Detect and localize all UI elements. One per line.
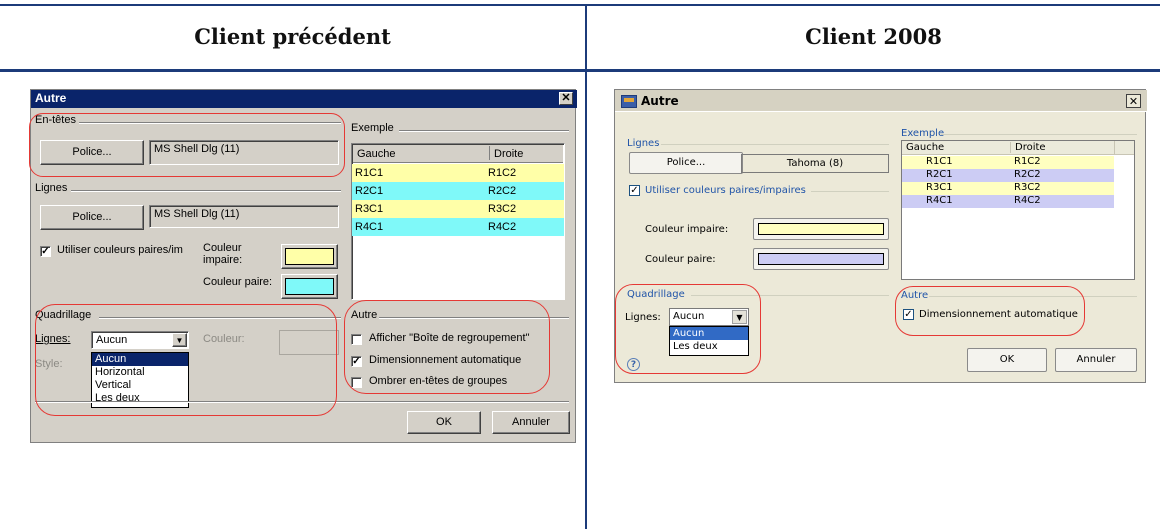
highlight-grid (615, 284, 761, 374)
lines-group-label: Lignes (35, 182, 68, 194)
highlight-other (344, 300, 550, 394)
example-list-header: Gauche Droite (902, 141, 1134, 155)
list-item[interactable]: R4C1 R4C2 (352, 218, 564, 236)
col-gauche: Gauche (357, 148, 396, 160)
list-item[interactable]: R3C1 R3C2 (902, 182, 1114, 195)
example-list-header: Gauche Droite (353, 145, 563, 163)
use-colors-line (811, 191, 889, 192)
use-colors-label: Utiliser couleurs paires/impaires (645, 185, 806, 196)
col-divider (1114, 141, 1115, 155)
close-icon[interactable]: ✕ (559, 92, 573, 105)
highlight-headers (29, 113, 345, 177)
window-icon (621, 95, 637, 108)
ok-button[interactable]: OK (407, 411, 481, 434)
header-rule (0, 69, 1160, 72)
ok-button[interactable]: OK (967, 348, 1047, 372)
font-field: Tahoma (8) (741, 154, 889, 173)
even-color-swatch (285, 278, 334, 295)
new-dialog: Autre ✕ Lignes Police... Tahoma (8) ✓ Ut… (614, 89, 1147, 383)
list-item[interactable]: R3C1 R3C2 (352, 200, 564, 218)
odd-color-swatch (285, 248, 334, 265)
lines-group-label: Lignes (627, 138, 660, 149)
old-dialog: Autre ✕ En-têtes Police... MS Shell Dlg … (29, 89, 577, 443)
old-title: Autre (35, 91, 67, 105)
police-button[interactable]: Police... (629, 152, 743, 174)
old-title-bar: Autre (31, 90, 577, 108)
even-color-label: Couleur paire: (203, 276, 273, 288)
cancel-button[interactable]: Annuler (492, 411, 570, 434)
highlight-grid (35, 304, 337, 416)
lines-group-line (71, 190, 341, 191)
use-colors-label: Utiliser couleurs paires/im (57, 244, 183, 256)
use-colors-checkbox[interactable]: ✓ (629, 185, 640, 196)
column-divider (585, 4, 587, 529)
odd-color-swatch (758, 223, 884, 235)
highlight-other (895, 286, 1085, 336)
example-group-line (399, 130, 569, 131)
example-group-line (941, 134, 1137, 135)
lines-font-field: MS Shell Dlg (11) (149, 205, 339, 228)
close-icon[interactable]: ✕ (1126, 94, 1141, 108)
col-droite: Droite (1010, 142, 1046, 153)
example-list[interactable]: Gauche Droite R1C1 R1C2 R2C1 R2C2 R3C1 R3C2… (901, 140, 1135, 280)
new-title-bar: Autre (615, 90, 1147, 112)
list-item[interactable]: R1C1 R1C2 (352, 164, 564, 182)
even-color-button[interactable] (753, 248, 889, 270)
odd-color-label: Couleur impaire: (645, 224, 729, 235)
col-droite: Droite (489, 146, 523, 160)
list-item[interactable]: R1C1 R1C2 (902, 156, 1114, 169)
odd-color-button[interactable] (753, 218, 889, 240)
top-rule (0, 4, 1160, 6)
lines-police-button[interactable]: Police... (40, 205, 144, 230)
example-group-label: Exemple (901, 128, 945, 139)
use-colors-checkbox[interactable]: ✓ (40, 246, 51, 257)
even-color-button[interactable] (281, 274, 338, 299)
header-left: Client précédent (194, 24, 391, 49)
new-title: Autre (641, 94, 679, 108)
cancel-button[interactable]: Annuler (1055, 348, 1137, 372)
even-color-label: Couleur paire: (645, 254, 716, 265)
header-right: Client 2008 (805, 24, 942, 49)
list-item[interactable]: R4C1 R4C2 (902, 195, 1114, 208)
odd-color-label: Couleur impaire: (203, 242, 243, 266)
example-group-label: Exemple (351, 122, 394, 134)
example-list[interactable]: Gauche Droite R1C1 R1C2 R2C1 R2C2 R3C1 R3C2… (351, 143, 565, 300)
lines-group-line (661, 144, 889, 145)
even-color-swatch (758, 253, 884, 265)
list-item[interactable]: R2C1 R2C2 (352, 182, 564, 200)
list-item[interactable]: R2C1 R2C2 (902, 169, 1114, 182)
odd-color-button[interactable] (281, 244, 338, 269)
col-gauche: Gauche (906, 142, 945, 153)
